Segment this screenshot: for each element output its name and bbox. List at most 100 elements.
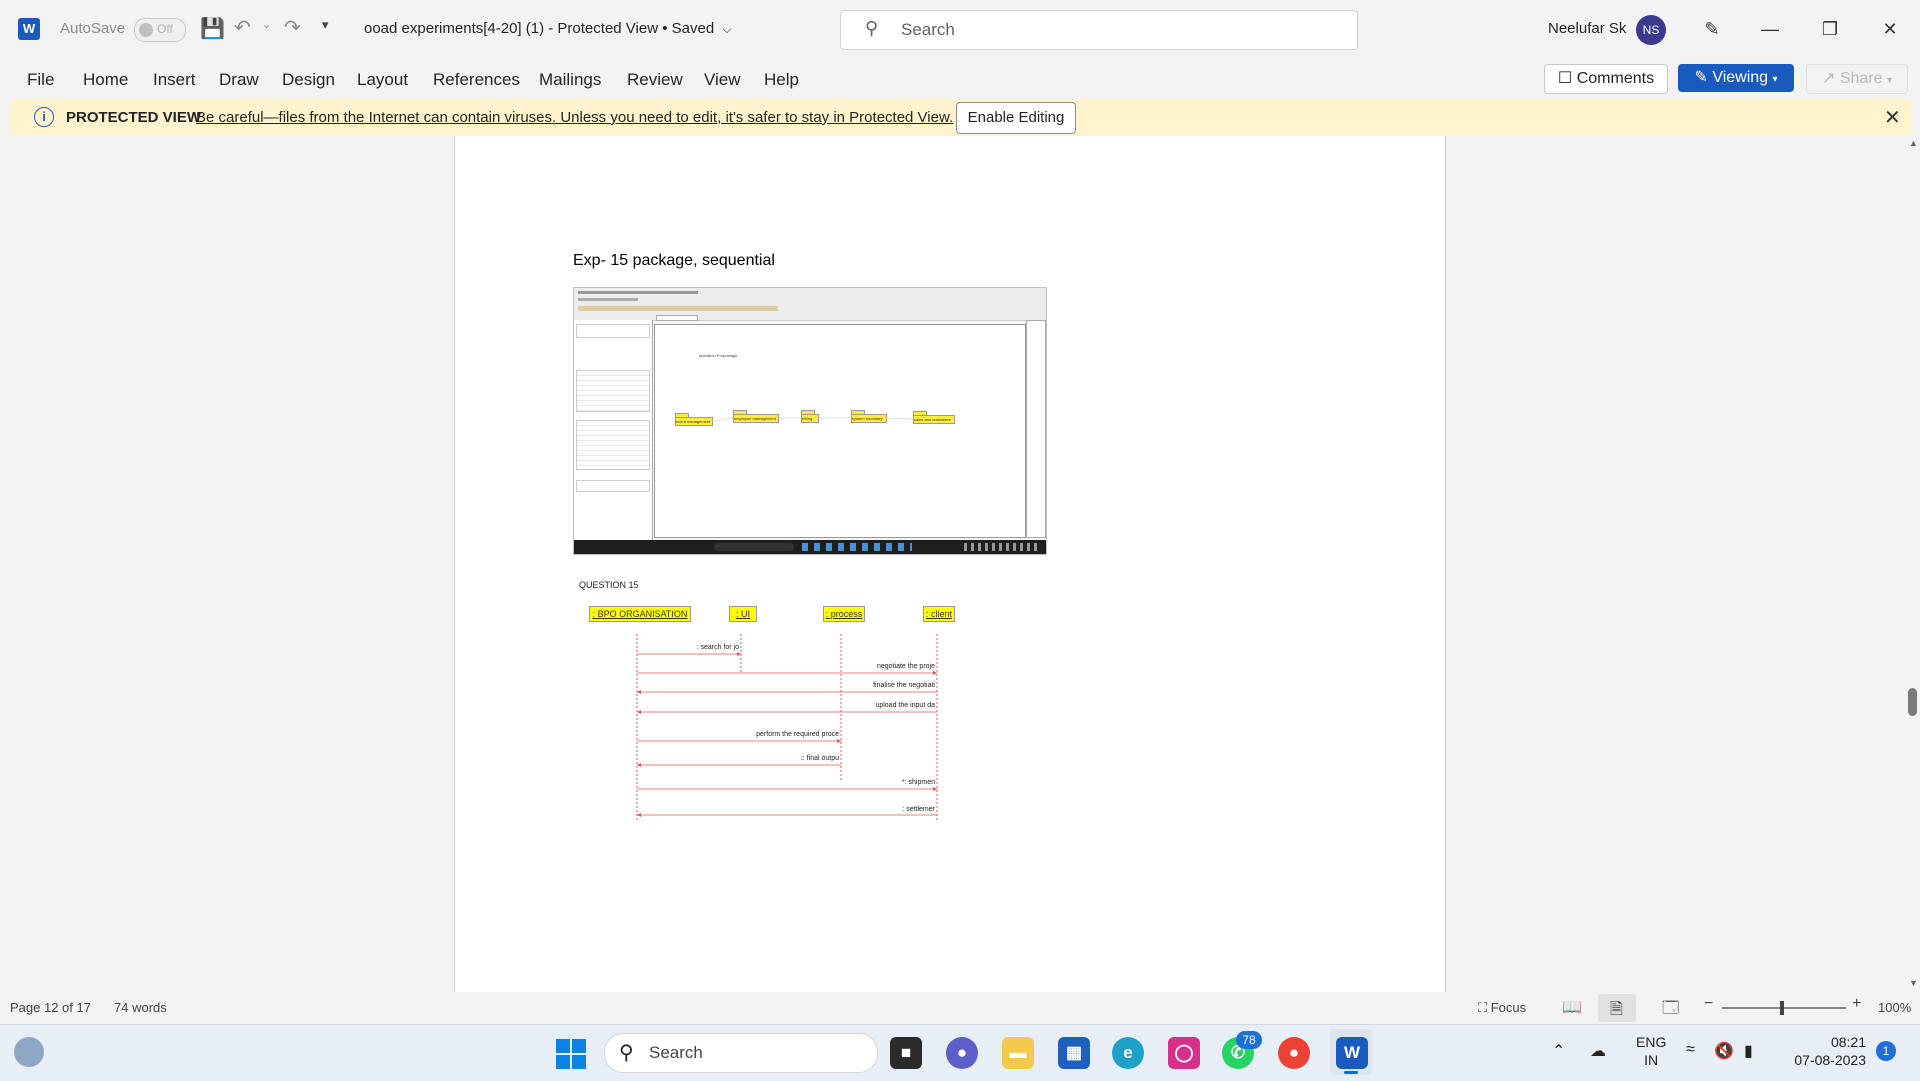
viewing-mode-button[interactable]: ✎ Viewing ▾ — [1678, 64, 1794, 92]
file-explorer-icon[interactable]: ▬ — [1002, 1037, 1034, 1069]
taskbar-search[interactable]: ⚲ Search — [604, 1033, 878, 1073]
document-title-text: ooad experiments[4-20] (1) - Protected V… — [364, 20, 715, 37]
scrollbar-thumb[interactable] — [1908, 688, 1917, 716]
protected-view-label: PROTECTED VIEW — [66, 109, 202, 126]
region-code: IN — [1644, 1052, 1659, 1068]
undo-icon[interactable]: ↶ — [234, 15, 251, 40]
message-shipment: *: shipmen — [901, 779, 935, 786]
zoom-level[interactable]: 100% — [1878, 1000, 1911, 1015]
instagram-icon[interactable]: ◯ — [1168, 1037, 1200, 1069]
scroll-up-icon[interactable]: ▲ — [1909, 138, 1918, 148]
save-icon[interactable]: 💾 — [200, 16, 225, 41]
share-button[interactable]: ↗ Share ▾ — [1806, 64, 1908, 94]
teams-chat-icon[interactable]: ● — [946, 1037, 978, 1069]
minimize-button[interactable]: — — [1750, 14, 1790, 44]
tab-help[interactable]: Help — [764, 70, 799, 90]
zoom-in-icon[interactable]: + — [1852, 995, 1861, 1013]
user-name[interactable]: Neelufar Sk — [1548, 20, 1626, 37]
clock-date: 07-08-2023 — [1794, 1052, 1866, 1068]
tab-view[interactable]: View — [704, 70, 741, 90]
focus-button[interactable]: ⛶ Focus — [1478, 1000, 1526, 1016]
word-taskbar-button[interactable]: W — [1330, 1029, 1372, 1075]
task-view-icon[interactable]: ■ — [890, 1037, 922, 1069]
edge-icon[interactable]: e — [1112, 1037, 1144, 1069]
restore-button[interactable]: ❐ — [1810, 14, 1850, 44]
title-bar: W AutoSave Off 💾 ↶ ⌄ ↷ ▾ ooad experiment… — [0, 0, 1920, 58]
language-code: ENG — [1636, 1034, 1667, 1050]
word-logo-icon: W — [18, 18, 40, 40]
store-icon[interactable]: ▦ — [1058, 1037, 1090, 1069]
scroll-down-icon[interactable]: ▼ — [1909, 978, 1918, 988]
notification-badge[interactable]: 1 — [1876, 1041, 1896, 1061]
experiment-heading: Exp- 15 package, sequential — [573, 252, 775, 269]
clock-time: 08:21 — [1830, 1034, 1866, 1050]
chevron-down-icon: ▾ — [1886, 75, 1893, 86]
chevron-up-icon[interactable]: ⌃ — [1552, 1041, 1565, 1061]
message-search: : search for jo — [696, 644, 739, 651]
focus-icon: ⛶ — [1478, 1000, 1488, 1015]
pen-icon[interactable]: ✎ — [1692, 14, 1732, 44]
share-label: Share — [1839, 70, 1883, 87]
tab-layout[interactable]: Layout — [357, 70, 408, 90]
sequence-diagram[interactable]: : BPO ORGANISATION : UI : process : clie… — [589, 606, 969, 820]
taskbar-search-placeholder: Search — [649, 1043, 703, 1062]
tab-insert[interactable]: Insert — [153, 70, 196, 90]
avatar[interactable]: NS — [1636, 15, 1666, 45]
word-icon: W — [1336, 1037, 1368, 1069]
tab-home[interactable]: Home — [83, 70, 128, 90]
whatsapp-badge: 78 — [1236, 1031, 1262, 1049]
lifeline-process: : process — [823, 606, 865, 622]
document-title[interactable]: ooad experiments[4-20] (1) - Protected V… — [364, 20, 731, 37]
close-icon[interactable]: ✕ — [1884, 105, 1901, 130]
windows-taskbar: ⚲ Search ■ ● ▬ ▦ e ◯ ✆ 78 ● W ⌃ ☁ ENG IN… — [0, 1024, 1920, 1081]
sequence-lines — [636, 634, 938, 820]
onedrive-icon[interactable]: ☁ — [1590, 1041, 1606, 1061]
tab-review[interactable]: Review — [627, 70, 683, 90]
screenshot-diagram-canvas: operation Proprietage event management e… — [654, 324, 1026, 538]
read-mode-icon[interactable]: 📖 — [1562, 997, 1582, 1017]
wifi-icon[interactable]: ≈ — [1686, 1041, 1695, 1059]
status-bar: Page 12 of 17 74 words ⛶ Focus 📖 🗎 🗔 − +… — [0, 992, 1920, 1024]
comments-button[interactable]: ☐ Comments — [1544, 64, 1668, 94]
search-placeholder: Search — [901, 20, 955, 39]
clock[interactable]: 08:21 07-08-2023 — [1786, 1033, 1866, 1069]
web-layout-icon[interactable]: 🗔 — [1662, 997, 1679, 1024]
message-settlement: : settlemer — [902, 806, 935, 813]
language-indicator[interactable]: ENG IN — [1636, 1033, 1666, 1069]
search-box[interactable]: ⚲ Search — [840, 10, 1358, 50]
protected-view-bar: i PROTECTED VIEW Be careful—files from t… — [10, 99, 1912, 136]
document-page[interactable]: Exp- 15 package, sequential operation Pr… — [454, 136, 1446, 992]
lifeline-client: : client — [923, 606, 955, 622]
tab-mailings[interactable]: Mailings — [539, 70, 601, 90]
page-count[interactable]: Page 12 of 17 — [10, 1000, 91, 1015]
tab-references[interactable]: References — [433, 70, 520, 90]
mute-icon[interactable]: 🔇 — [1714, 1041, 1734, 1061]
tab-draw[interactable]: Draw — [219, 70, 259, 90]
message-upload: upload the input da — [875, 702, 935, 709]
chrome-icon[interactable]: ● — [1278, 1037, 1310, 1069]
enable-editing-button[interactable]: Enable Editing — [956, 102, 1076, 134]
weather-icon[interactable] — [14, 1037, 44, 1067]
customize-toolbar-icon[interactable]: ▾ — [322, 17, 329, 33]
message-negotiate: negotiate the proje — [877, 663, 935, 670]
zoom-out-icon[interactable]: − — [1704, 995, 1713, 1013]
word-count[interactable]: 74 words — [114, 1000, 167, 1015]
embedded-screenshot[interactable]: operation Proprietage event management e… — [573, 287, 1047, 555]
battery-icon[interactable]: ▮ — [1744, 1041, 1753, 1061]
zoom-slider-thumb[interactable] — [1780, 1001, 1784, 1015]
close-button[interactable]: ✕ — [1870, 14, 1910, 44]
message-perform: perform the required proce — [756, 731, 839, 738]
tab-file[interactable]: File — [27, 70, 54, 90]
document-canvas: Exp- 15 package, sequential operation Pr… — [0, 136, 1906, 992]
undo-dropdown-icon[interactable]: ⌄ — [262, 18, 271, 31]
protected-view-message[interactable]: Be careful—files from the Internet can c… — [196, 109, 953, 126]
print-layout-button[interactable]: 🗎 — [1598, 994, 1636, 1022]
share-icon: ↗ — [1821, 70, 1836, 87]
autosave-toggle[interactable]: Off — [134, 18, 186, 42]
chevron-down-icon: ⌵ — [722, 22, 732, 36]
redo-icon[interactable]: ↷ — [284, 15, 301, 40]
zoom-slider[interactable] — [1722, 1001, 1846, 1015]
start-icon[interactable] — [556, 1039, 586, 1069]
vertical-scrollbar[interactable]: ▲ ▼ — [1906, 136, 1920, 992]
tab-design[interactable]: Design — [282, 70, 335, 90]
